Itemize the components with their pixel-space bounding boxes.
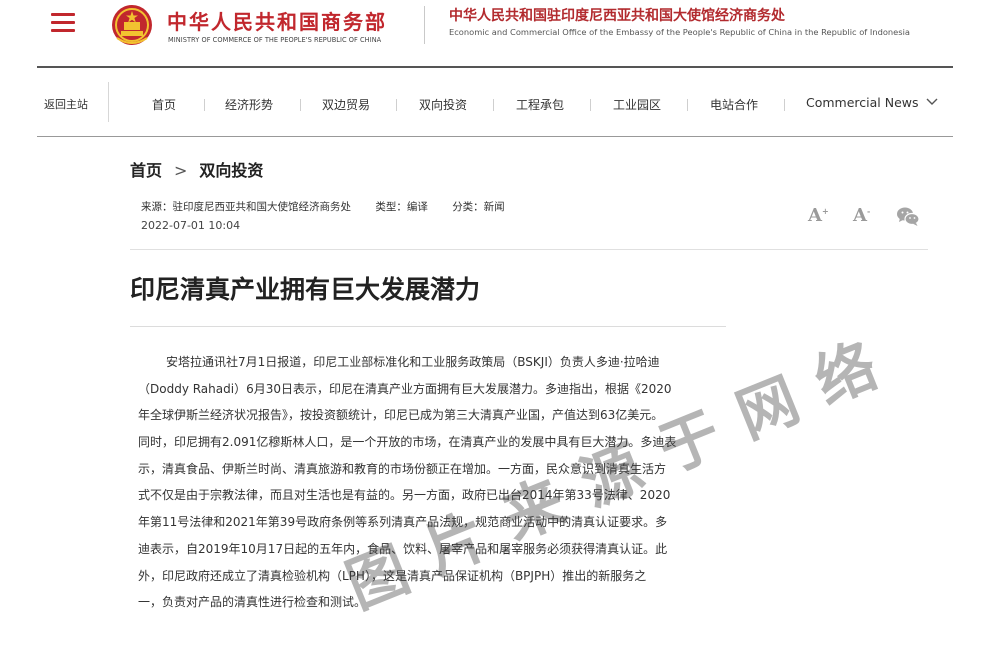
ministry-name-en: MINISTRY OF COMMERCE OF THE PEOPLE'S REP…: [168, 36, 382, 44]
nav-item-commercial-news[interactable]: Commercial News: [806, 95, 919, 110]
nav-item-investment[interactable]: 双向投资: [419, 96, 467, 113]
nav-item-contracting[interactable]: 工程承包: [516, 96, 564, 113]
article-line: 年全球伊斯兰经济状况报告》，按投资额统计，印尼已成为第三大清真产业国，产值达到6…: [138, 408, 664, 423]
ministry-name-cn: 中华人民共和国商务部: [167, 10, 387, 34]
font-increase-button[interactable]: A+: [808, 205, 829, 226]
national-emblem-icon: [112, 5, 152, 45]
article-line: 年第11号法律和2021年第39号政府条例等系列清真产品法规，规范商业活动中的清…: [138, 515, 668, 530]
nav-separator: [204, 99, 205, 111]
breadcrumb: 首页 > 双向投资: [130, 157, 263, 181]
nav-item-bilateral-trade[interactable]: 双边贸易: [322, 96, 370, 113]
watermark-char: 网: [727, 364, 809, 453]
font-decrease-label: A: [853, 205, 867, 226]
meta-type: 类型：编译: [375, 201, 428, 213]
header-divider: [424, 6, 425, 44]
article-meta: 来源：驻印度尼西亚共和国大使馆经济商务处 类型：编译 分类：新闻: [141, 199, 526, 214]
font-increase-sup: +: [821, 206, 829, 216]
article-line: 迪表示，自2019年10月17日起的五年内，食品、饮料、屠宰产品和屠宰服务必须获…: [138, 541, 668, 556]
article-body: 安塔拉通讯社7月1日报道，印尼工业部标准化和工业服务政策局（BSKJI）负责人多…: [138, 349, 724, 616]
site-header: 中华人民共和国商务部 MINISTRY OF COMMERCE OF THE P…: [0, 0, 1001, 66]
font-decrease-sup: -: [866, 206, 871, 216]
meta-source: 来源：驻印度尼西亚共和国大使馆经济商务处: [141, 201, 351, 213]
title-divider: [130, 326, 726, 327]
font-increase-label: A: [808, 205, 822, 226]
nav-separator: [300, 99, 301, 111]
nav-separator: [784, 99, 785, 111]
article-title: 印尼清真产业拥有巨大发展潜力: [130, 275, 481, 304]
chevron-down-icon[interactable]: [926, 98, 938, 106]
article-line: 式不仅是由于宗教法律，而且对生活也是有益的。另一方面，政府已出台2014年第33…: [138, 488, 671, 503]
nav-separator: [590, 99, 591, 111]
article-line: （Doddy Rahadi）6月30日表示，印尼在清真产业方面拥有巨大发展潜力。…: [138, 381, 672, 396]
meta-date: 2022-07-01 10:04: [141, 219, 241, 232]
font-decrease-button[interactable]: A-: [853, 205, 870, 226]
breadcrumb-current[interactable]: 双向投资: [199, 161, 263, 180]
article-line: 同时，印尼拥有2.091亿穆斯林人口，是一个开放的市场，在清真产业的发展中具有巨…: [138, 435, 677, 450]
office-name-en: Economic and Commercial Office of the Em…: [449, 27, 910, 37]
article-line: 安塔拉通讯社7月1日报道，印尼工业部标准化和工业服务政策局（BSKJI）负责人多…: [166, 355, 660, 369]
article-line: 外，印尼政府还成立了清真检验机构（LPH），这是清真产品保证机构（BPJPH）推…: [138, 568, 647, 583]
meta-divider: [130, 249, 928, 250]
office-name-cn: 中华人民共和国驻印度尼西亚共和国大使馆经济商务处: [449, 8, 785, 24]
nav-divider: [108, 82, 109, 122]
hamburger-menu-icon[interactable]: [51, 13, 75, 33]
nav-item-industrial-park[interactable]: 工业园区: [613, 96, 661, 113]
breadcrumb-separator: >: [174, 161, 188, 180]
article-line: 一，负责对产品的清真性进行检查和测试。: [138, 595, 367, 610]
watermark-char: 络: [805, 330, 887, 419]
main-nav: 返回主站 首页 经济形势 双边贸易 双向投资 工程承包 工业园区 电站合作 Co…: [37, 66, 953, 137]
nav-item-economy[interactable]: 经济形势: [225, 96, 273, 113]
nav-separator: [396, 99, 397, 111]
nav-separator: [493, 99, 494, 111]
nav-separator: [687, 99, 688, 111]
meta-category: 分类：新闻: [452, 201, 505, 213]
wechat-share-icon[interactable]: [896, 205, 920, 227]
nav-back-to-main-site[interactable]: 返回主站: [44, 96, 88, 112]
breadcrumb-home[interactable]: 首页: [130, 161, 162, 180]
nav-item-power-station[interactable]: 电站合作: [710, 96, 758, 113]
article-line: 示，清真食品、伊斯兰时尚、清真旅游和教育的市场份额正在增加。一方面，民众意识到清…: [138, 461, 667, 476]
nav-item-home[interactable]: 首页: [152, 96, 176, 113]
